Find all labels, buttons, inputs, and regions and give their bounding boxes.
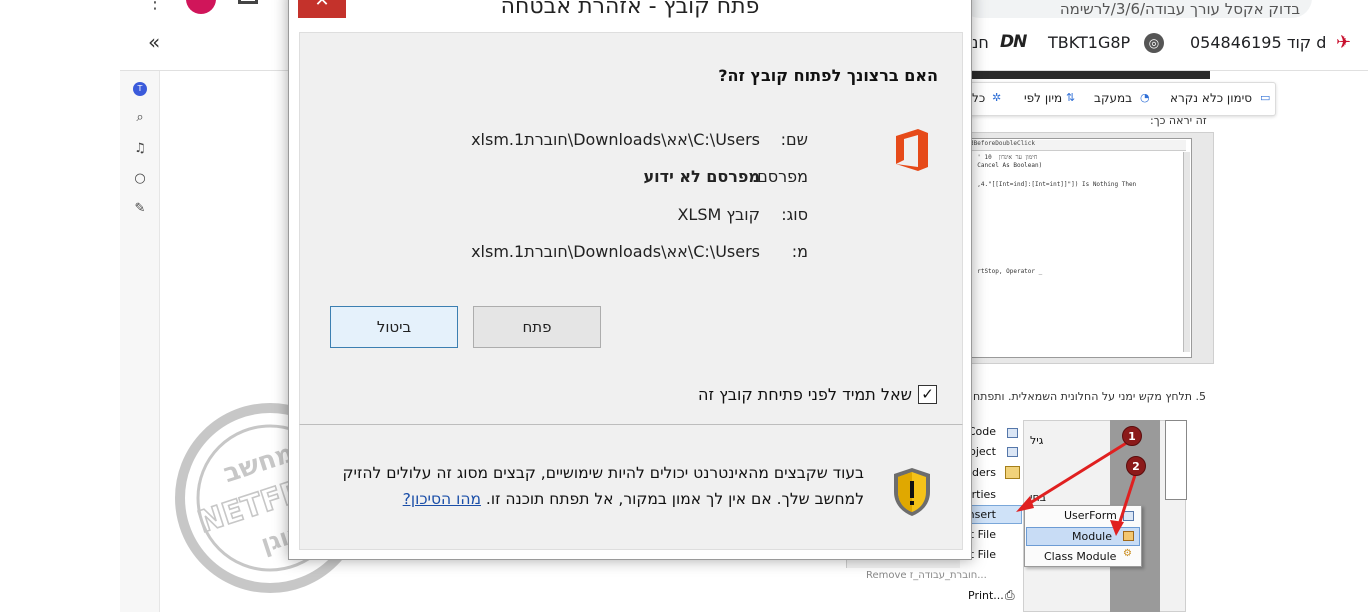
sort-icon: ⇅ (1066, 91, 1076, 104)
toolbar-mark-unread[interactable]: סימון כלא נקרא (1170, 91, 1252, 105)
red-arrows-annotation (1016, 440, 1137, 536)
dialog-title: פתח קובץ - אזהרת אבטחה (500, 0, 760, 19)
dialog-question: האם ברצונך לפתוח קובץ זה? (718, 66, 938, 85)
address-text: בדוק אקסל עורך עבודה/3/6/לרשימה (1059, 0, 1300, 18)
edit-icon[interactable]: ✎ (132, 201, 148, 216)
field-label-name: שם: (780, 130, 808, 149)
printer-icon: ⎙ (1005, 588, 1015, 602)
menu-item-print: Print... (968, 589, 1004, 602)
annotation-badge-1: 1 (1122, 426, 1142, 446)
extensions-icon[interactable] (238, 0, 258, 4)
collapse-double-chevron-icon[interactable]: « (148, 30, 160, 54)
menu-item-remove: Remove חוברת_עבודה_ז... (866, 570, 987, 581)
article-step-5: 5. תלחץ מקש ימני על החלונית השמאלית. ותפ… (972, 390, 1206, 403)
article-line-top: זה יראה כך: (1150, 114, 1207, 127)
gear-small-icon: ✲ (992, 91, 1002, 104)
search-icon[interactable]: ⌕ (132, 110, 148, 125)
field-value-type: קובץ XLSM (677, 205, 760, 224)
rail-user-badge[interactable]: T (133, 82, 147, 96)
code-title-bar: dBeforeDoubleClick (970, 140, 1186, 151)
field-value-from: C:\Users\אא\Downloads\חוברת1.xlsm (471, 242, 760, 261)
dialog-body (299, 32, 963, 424)
field-value-name: C:\Users\אא\Downloads\חוברת1.xlsm (471, 130, 760, 149)
globe-icon: ◎ (1144, 33, 1164, 53)
field-label-from: מ: (791, 242, 808, 261)
address-bar[interactable]: בדוק אקסל עורך עבודה/3/6/לרשימה (960, 0, 1312, 18)
code-line: ' חימון ער אינדון 10 (970, 154, 1038, 161)
menu-item-insert: Insert (968, 508, 996, 521)
submenu-class-module: Class Module (1044, 550, 1117, 563)
field-label-publisher: מפרסם: (751, 167, 808, 186)
article-dark-strip (972, 71, 1210, 79)
toolbar-sort[interactable]: מיון לפי (1024, 91, 1062, 105)
bell-icon[interactable]: ♫ (132, 141, 148, 156)
bookmark-bird-icon: ✈ (1336, 32, 1352, 53)
always-ask-checkbox[interactable]: ✓ (918, 385, 937, 404)
bookmark-item-code[interactable]: קוד 054846195 d (1190, 33, 1326, 52)
menu-window-fragment (1165, 420, 1187, 500)
always-ask-label[interactable]: שאל תמיד לפני פתיחת קובץ זה (560, 385, 912, 404)
cancel-button[interactable]: ביטול (330, 306, 458, 348)
bell-small-icon: ◔ (1140, 91, 1150, 104)
dn-logo-icon: DN (1000, 32, 1027, 52)
warning-shield-icon (894, 468, 930, 516)
risk-info-link[interactable]: מהו הסיכון? (403, 490, 481, 508)
code-scrollbar (1183, 152, 1190, 352)
code-editor-image (970, 138, 1192, 358)
browser-menu-icon[interactable]: ⋮ (146, 0, 164, 13)
field-value-publisher: מפרסם לא ידוע (643, 167, 760, 186)
dialog-close-button[interactable]: ✕ (298, 0, 346, 18)
code-line: ,4."[[Int=ind]:[Int=int]]"]) Is Nothing … (970, 181, 1137, 188)
toolbar-all[interactable]: כל (972, 91, 985, 105)
open-button[interactable]: פתח (473, 306, 601, 348)
right-gutter (1272, 71, 1368, 612)
office-logo-icon (896, 129, 928, 171)
warning-message: בעוד שקבצים מהאינטרנט יכולים להיות שימוש… (340, 460, 865, 512)
code-line: Cancel As Boolean) (970, 162, 1043, 169)
bookmark-item-third[interactable]: חנ (972, 33, 989, 52)
toolbar-tracking[interactable]: במעקב (1094, 91, 1132, 105)
chat-bubble-icon[interactable]: ○ (132, 171, 148, 186)
code-line: rtStop, Operator _ (970, 268, 1043, 275)
annotation-badge-2: 2 (1126, 456, 1146, 476)
bookmark-item-tbkt[interactable]: TBKT1G8P (1048, 33, 1130, 52)
field-label-type: סוג: (781, 205, 808, 224)
inbox-icon: ▭ (1260, 91, 1271, 104)
